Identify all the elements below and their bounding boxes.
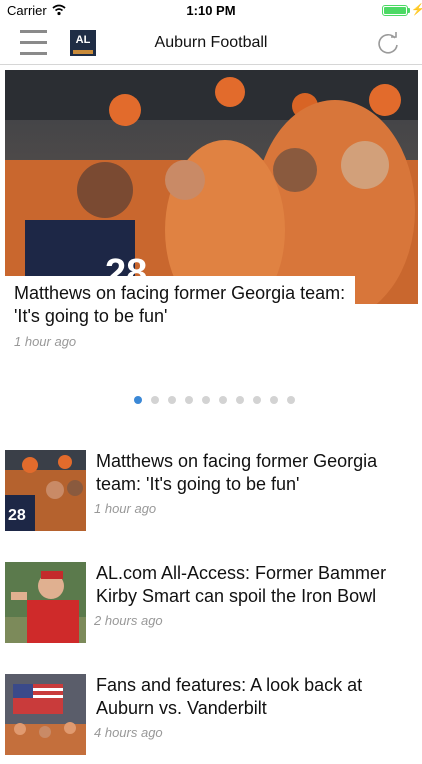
- article-title: Fans and features: A look back at Auburn…: [96, 675, 363, 718]
- article-thumbnail: [5, 674, 86, 755]
- featured-story[interactable]: 28 Matthews on facing former Georgia tea…: [0, 66, 422, 390]
- refresh-icon[interactable]: [374, 30, 402, 58]
- carousel-dot-5[interactable]: [202, 396, 210, 404]
- carousel-dot-6[interactable]: [219, 396, 227, 404]
- carousel-dot-7[interactable]: [236, 396, 244, 404]
- featured-image: 28: [5, 70, 418, 304]
- bolt-icon: ⚡: [411, 4, 422, 16]
- featured-caption: Matthews on facing former Georgia team: …: [5, 276, 355, 355]
- list-item[interactable]: AL.com All-Access: Former Bammer Kirby S…: [0, 562, 422, 652]
- carousel-pagination: [134, 396, 295, 404]
- list-item[interactable]: 28 Matthews on facing former Georgia tea…: [0, 450, 422, 540]
- carousel-dot-9[interactable]: [270, 396, 278, 404]
- article-timestamp: 4 hours ago: [94, 725, 163, 740]
- carousel-dot-1[interactable]: [134, 396, 142, 404]
- battery-tip: [408, 8, 410, 13]
- carousel-dot-8[interactable]: [253, 396, 261, 404]
- svg-text:28: 28: [8, 507, 26, 524]
- battery-icon: [382, 5, 408, 16]
- article-timestamp: 1 hour ago: [94, 501, 157, 516]
- article-title: AL.com All-Access: Former Bammer Kirby S…: [96, 563, 387, 606]
- carousel-dot-4[interactable]: [185, 396, 193, 404]
- carousel-dot-10[interactable]: [287, 396, 295, 404]
- carousel-dot-2[interactable]: [151, 396, 159, 404]
- list-item[interactable]: Fans and features: A look back at Auburn…: [0, 674, 422, 764]
- article-thumbnail: 28: [5, 450, 86, 531]
- article-timestamp: 2 hours ago: [94, 613, 163, 628]
- featured-title: Matthews on facing former Georgia team: …: [14, 283, 346, 326]
- article-thumbnail: [5, 562, 86, 643]
- article-title: Matthews on facing former Georgia team: …: [96, 451, 378, 494]
- carousel-dot-3[interactable]: [168, 396, 176, 404]
- status-bar: Carrier 1:10 PM ⚡: [0, 0, 422, 22]
- clock: 1:10 PM: [186, 3, 236, 18]
- featured-timestamp: 1 hour ago: [14, 334, 77, 349]
- navigation-bar: AL Auburn Football: [0, 22, 422, 65]
- page-title: Auburn Football: [154, 34, 268, 51]
